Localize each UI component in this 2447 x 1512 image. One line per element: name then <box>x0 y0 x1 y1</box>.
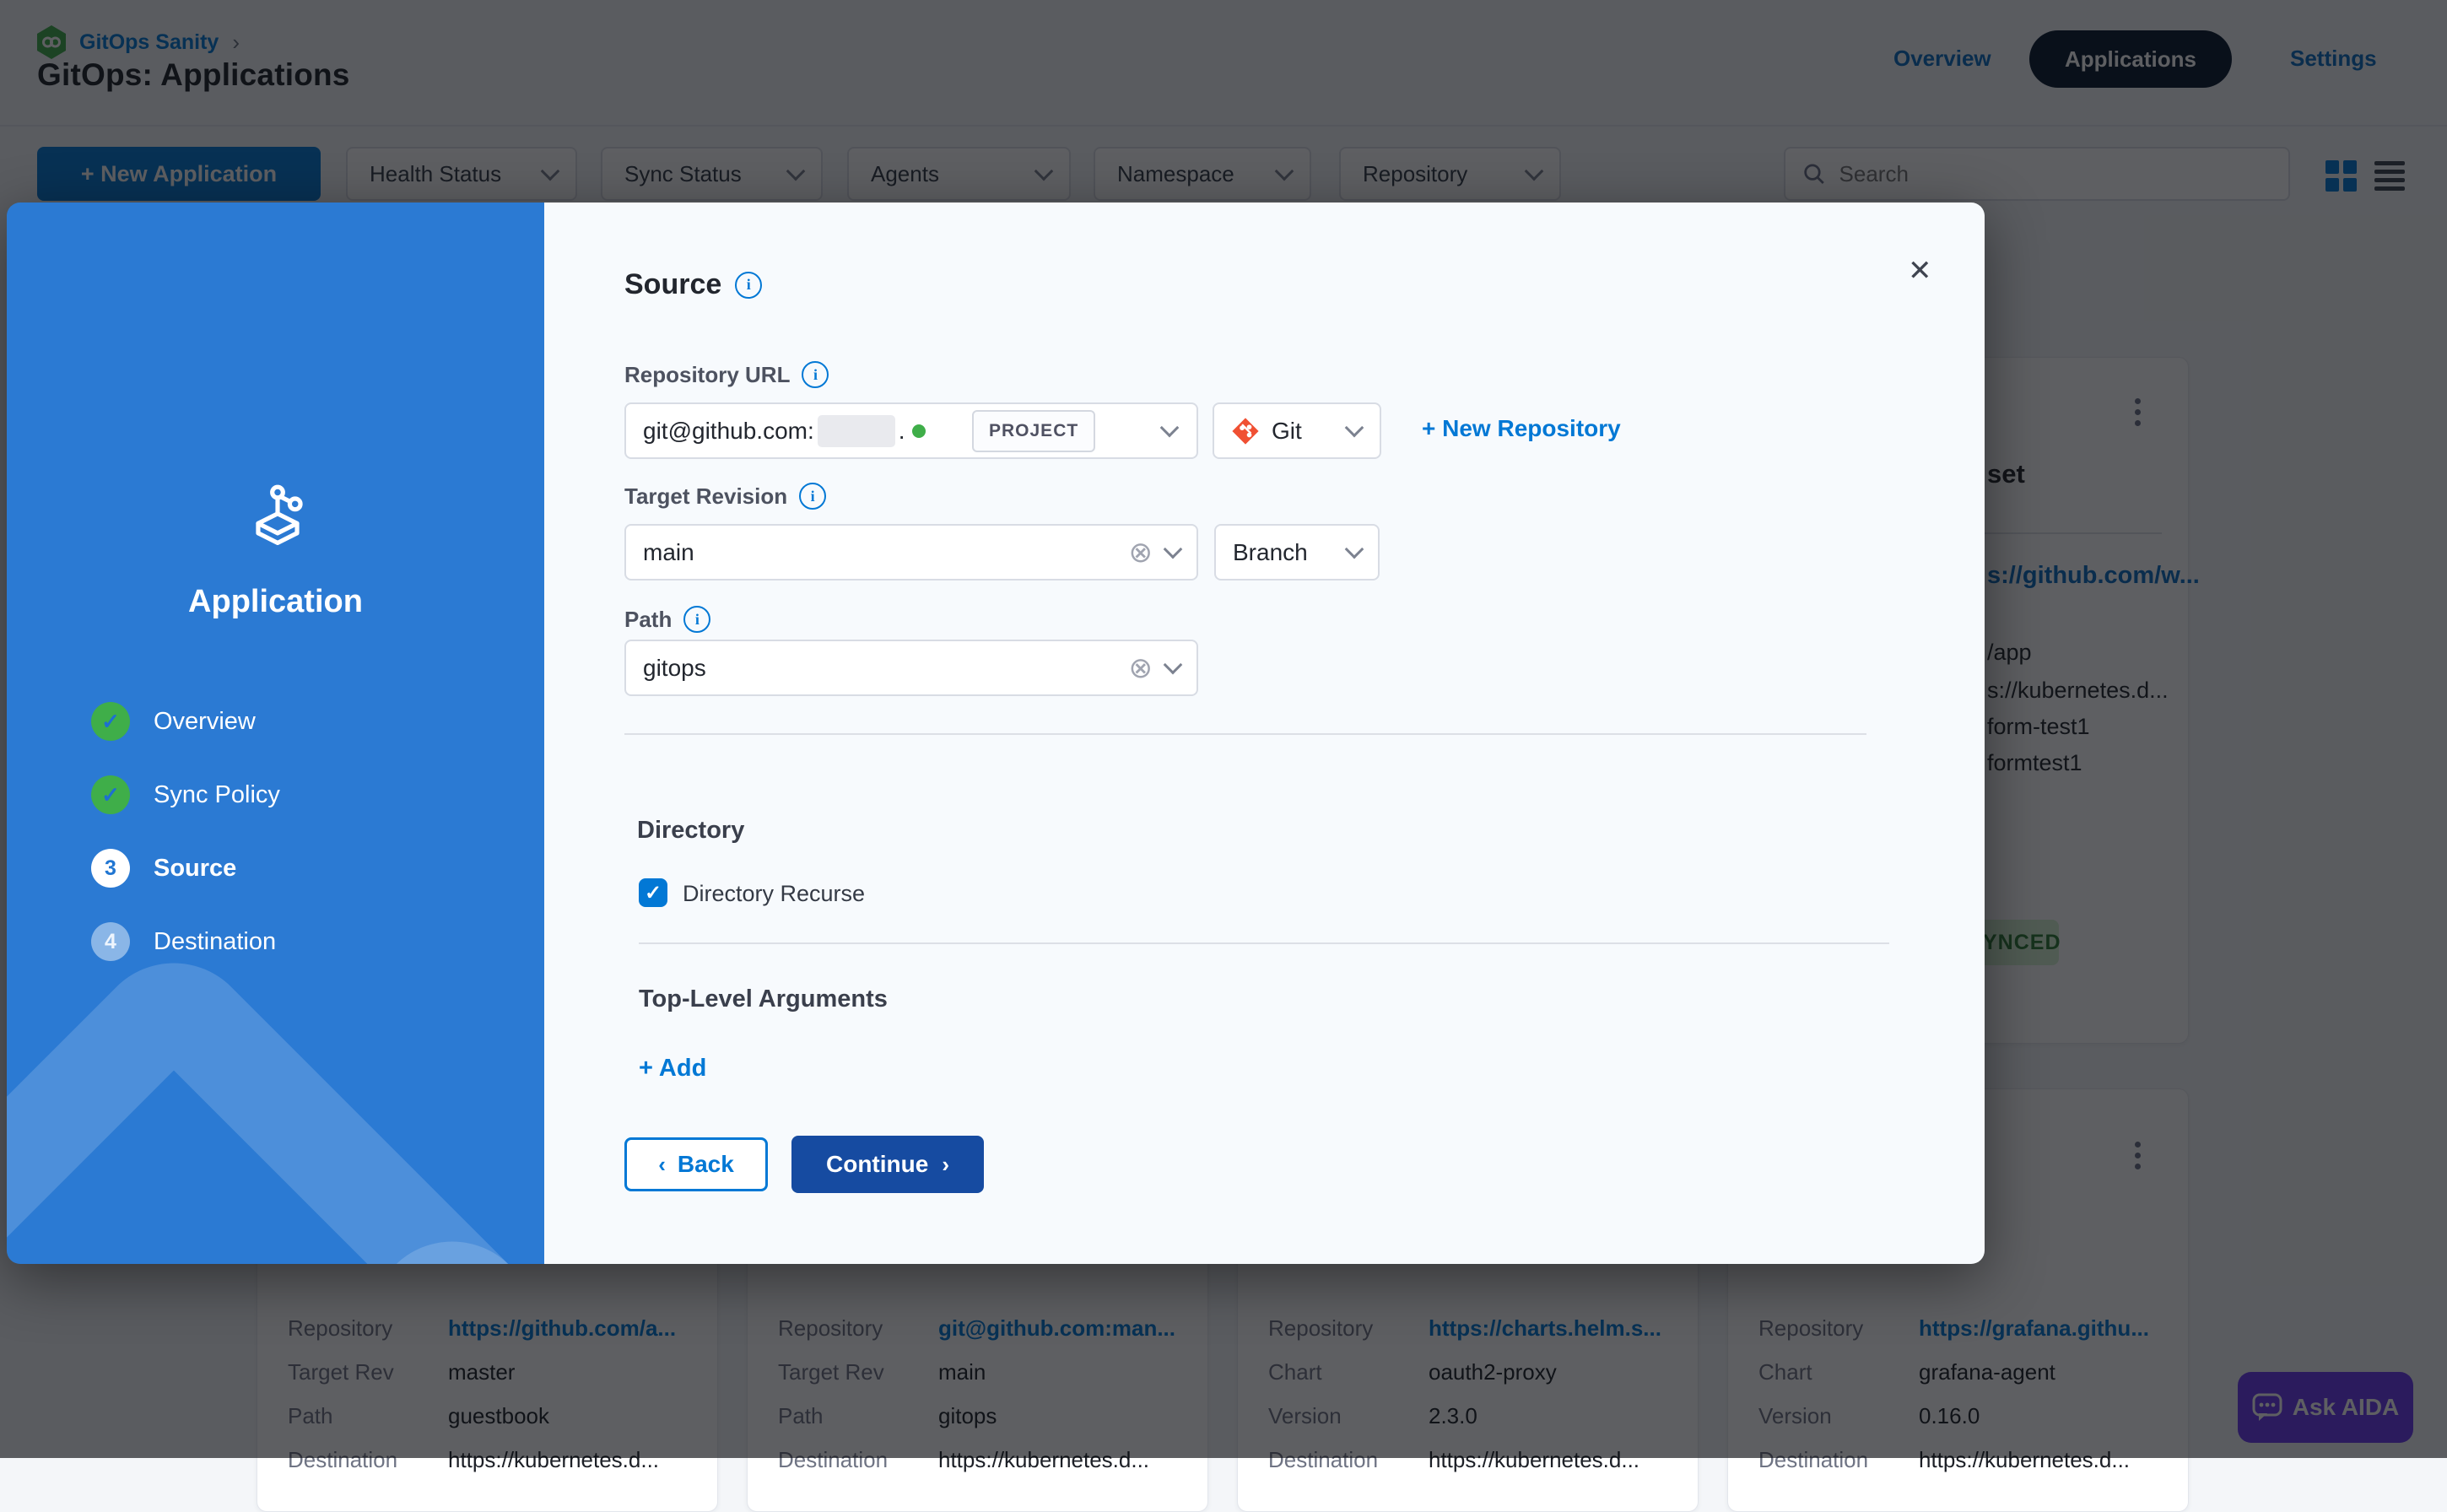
step-number: 3 <box>91 849 130 888</box>
chevron-down-icon <box>1164 540 1183 559</box>
info-icon[interactable]: i <box>799 483 826 510</box>
repository-url-label: Repository URL i <box>624 361 829 388</box>
continue-button-label: Continue <box>826 1151 928 1178</box>
info-icon[interactable]: i <box>735 272 762 299</box>
repository-url-suffix: . <box>899 418 905 445</box>
clear-icon[interactable]: ⊗ <box>1129 538 1153 567</box>
modal-content: Source i ✕ Repository URL i git@github.c… <box>544 202 1985 1264</box>
wizard-step-overview[interactable]: ✓ Overview <box>91 702 256 741</box>
chevron-down-icon <box>1164 656 1183 675</box>
section-heading: Source i <box>624 268 762 301</box>
git-icon <box>1231 417 1260 446</box>
path-value: gitops <box>643 655 1129 682</box>
section-divider <box>639 942 1889 944</box>
wizard-step-source[interactable]: 3 Source <box>91 849 236 888</box>
top-level-arguments-heading: Top-Level Arguments <box>639 986 888 1013</box>
application-git-box-icon <box>246 483 309 547</box>
new-application-modal: Application ✓ Overview ✓ Sync Policy 3 S… <box>7 202 1985 1264</box>
wizard-step-destination[interactable]: 4 Destination <box>91 922 276 961</box>
wizard-title: Application <box>7 584 544 620</box>
connected-status-dot <box>912 424 926 438</box>
modal-sidebar: Application ✓ Overview ✓ Sync Policy 3 S… <box>7 202 544 1264</box>
harness-watermark <box>7 930 544 1264</box>
repo-provider-value: Git <box>1272 418 1302 445</box>
back-button-label: Back <box>678 1151 734 1178</box>
redacted-text <box>818 415 895 447</box>
section-heading-text: Source <box>624 268 721 301</box>
checkbox-check-icon: ✓ <box>645 881 662 905</box>
directory-heading: Directory <box>637 817 744 845</box>
step-label: Sync Policy <box>154 781 280 809</box>
path-input[interactable]: gitops ⊗ <box>624 640 1198 696</box>
target-revision-label: Target Revision i <box>624 483 826 510</box>
info-icon[interactable]: i <box>802 361 829 388</box>
repository-url-value: git@github.com: <box>643 418 814 445</box>
chevron-down-icon <box>1345 418 1364 438</box>
path-label: Path i <box>624 606 710 633</box>
close-icon[interactable]: ✕ <box>1901 250 1939 292</box>
step-label: Overview <box>154 708 256 736</box>
step-label: Destination <box>154 928 276 956</box>
continue-button[interactable]: Continue › <box>791 1136 984 1193</box>
add-argument-link[interactable]: + Add <box>639 1055 706 1083</box>
repository-url-select[interactable]: git@github.com: . PROJECT <box>624 402 1198 459</box>
repo-provider-select[interactable]: Git <box>1213 402 1381 459</box>
project-scope-tag: PROJECT <box>972 410 1095 452</box>
step-number: 4 <box>91 922 130 961</box>
info-icon[interactable]: i <box>683 606 710 633</box>
ref-type-value: Branch <box>1233 539 1348 566</box>
section-divider <box>624 733 1866 735</box>
step-check-icon: ✓ <box>91 702 130 741</box>
chevron-down-icon <box>1160 418 1180 438</box>
chevron-right-icon: › <box>942 1152 949 1178</box>
ref-type-select[interactable]: Branch <box>1214 524 1380 580</box>
new-repository-link[interactable]: + New Repository <box>1422 415 1621 442</box>
step-label: Source <box>154 855 236 883</box>
target-revision-value: main <box>643 539 1129 566</box>
directory-recurse-checkbox[interactable]: ✓ <box>639 878 667 907</box>
step-check-icon: ✓ <box>91 775 130 814</box>
chevron-down-icon <box>1345 540 1364 559</box>
chevron-left-icon: ‹ <box>658 1152 666 1178</box>
directory-recurse-label: Directory Recurse <box>683 881 865 907</box>
back-button[interactable]: ‹ Back <box>624 1137 768 1191</box>
target-revision-input[interactable]: main ⊗ <box>624 524 1198 580</box>
clear-icon[interactable]: ⊗ <box>1129 654 1153 683</box>
wizard-step-sync-policy[interactable]: ✓ Sync Policy <box>91 775 280 814</box>
